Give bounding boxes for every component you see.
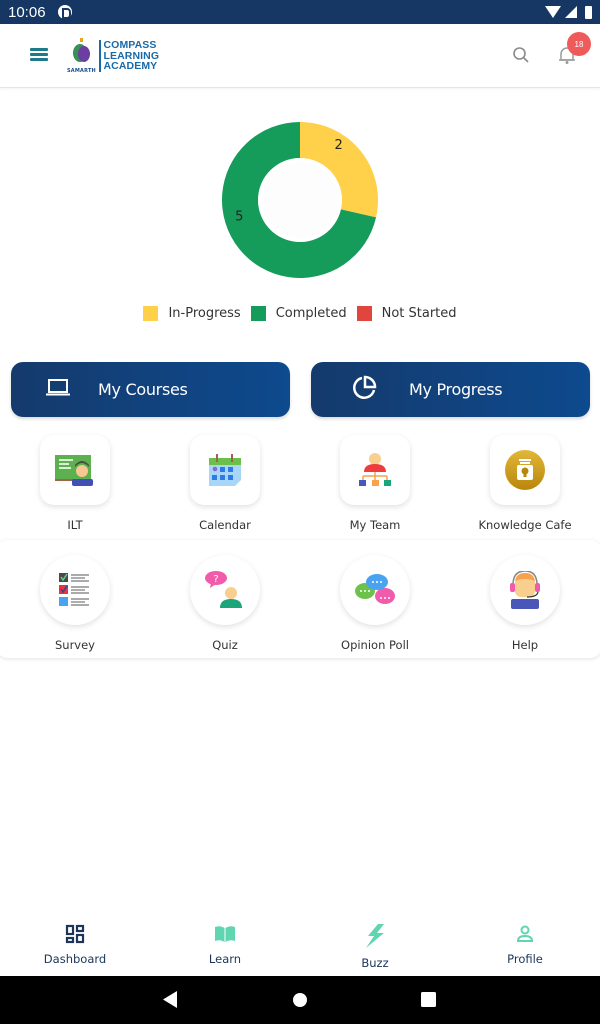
logo-text: COMPASS LEARNING ACADEMY [104, 40, 160, 72]
nav-label: Learn [208, 952, 242, 966]
tile-quiz[interactable]: ? Quiz [150, 555, 300, 652]
team-hierarchy-icon [340, 435, 410, 505]
tile-knowledge-cafe[interactable]: Knowledge Cafe [450, 435, 600, 532]
hamburger-menu-icon[interactable] [30, 48, 48, 62]
battery-icon [585, 5, 592, 19]
tile-opinion-poll[interactable]: Opinion Poll [300, 555, 450, 652]
my-courses-label: My Courses [98, 380, 188, 399]
progress-chart: 25 [0, 100, 600, 300]
logo-line-3: ACADEMY [103, 60, 158, 73]
legend-swatch [250, 306, 266, 321]
legend-label: Not Started [381, 306, 457, 321]
logo: SAMARTH COMPASS LEARNING ACADEMY [67, 38, 159, 74]
search-icon[interactable] [512, 46, 530, 64]
tile-label: Opinion Poll [341, 638, 409, 652]
calendar-icon [190, 435, 260, 505]
tile-ilt[interactable]: ILT [0, 435, 150, 532]
donut-hole [262, 162, 338, 238]
nav-label: Profile [507, 952, 543, 966]
status-bar: 10:06 [0, 0, 600, 24]
app-notification-icon [57, 5, 72, 19]
my-progress-label: My Progress [409, 380, 503, 399]
donut-chart: 25 [222, 122, 378, 278]
chat-bubbles-icon [340, 555, 410, 625]
dashboard-grid-icon [65, 924, 85, 948]
tile-label: Calendar [199, 518, 251, 532]
home-button[interactable] [292, 992, 308, 1012]
legend-swatch [356, 306, 372, 321]
logo-subtext: SAMARTH [67, 68, 96, 74]
tile-my-team[interactable]: My Team [300, 435, 450, 532]
signal-icon [565, 6, 577, 18]
book-icon [214, 924, 236, 948]
tile-survey[interactable]: Survey [0, 555, 150, 652]
system-nav-bar [0, 976, 600, 1024]
legend-item-not-started: Not Started [356, 306, 457, 321]
classroom-teacher-icon [40, 435, 110, 505]
checklist-icon [40, 555, 110, 625]
my-courses-button[interactable]: My Courses [11, 362, 290, 417]
chart-legend: In-Progress Completed Not Started [0, 306, 600, 321]
svg-text:?: ? [213, 574, 218, 585]
tile-label: ILT [67, 518, 83, 532]
recents-button[interactable] [421, 992, 436, 1011]
nav-dashboard[interactable]: Dashboard [0, 916, 150, 976]
legend-item-completed: Completed [250, 306, 347, 321]
donut-data-label: 2 [334, 138, 342, 153]
tile-label: Knowledge Cafe [478, 518, 572, 532]
bottom-nav: Dashboard Learn Buzz Profile [0, 916, 600, 976]
tile-label: My Team [349, 518, 401, 532]
tile-label: Survey [54, 638, 95, 652]
nav-profile[interactable]: Profile [450, 916, 600, 976]
tile-calendar[interactable]: Calendar [150, 435, 300, 532]
legend-item-in-progress: In-Progress [143, 306, 241, 321]
notification-badge: 18 [567, 32, 591, 56]
legend-label: In-Progress [168, 306, 241, 321]
knowledge-jar-icon [490, 435, 560, 505]
tile-label: Help [511, 638, 539, 652]
tile-label: Quiz [212, 638, 238, 652]
headset-support-icon [490, 555, 560, 625]
logo-mark-icon: SAMARTH [67, 38, 96, 74]
nav-label: Dashboard [43, 952, 107, 966]
donut-data-label: 5 [235, 209, 243, 224]
laptop-icon [46, 378, 70, 401]
legend-label: Completed [275, 306, 347, 321]
tile-help[interactable]: Help [450, 555, 600, 652]
wifi-icon [545, 6, 561, 18]
status-time: 10:06 [8, 3, 46, 21]
my-progress-button[interactable]: My Progress [311, 362, 590, 417]
nav-learn[interactable]: Learn [150, 916, 300, 976]
person-icon [515, 924, 535, 948]
nav-label: Buzz [361, 956, 389, 970]
back-button[interactable] [163, 991, 179, 1012]
question-person-icon: ? [190, 555, 260, 625]
nav-buzz[interactable]: Buzz [300, 916, 450, 976]
pie-chart-icon [351, 375, 377, 405]
app-bar: SAMARTH COMPASS LEARNING ACADEMY [0, 24, 600, 88]
lightning-icon [364, 924, 386, 952]
legend-swatch [143, 306, 159, 321]
